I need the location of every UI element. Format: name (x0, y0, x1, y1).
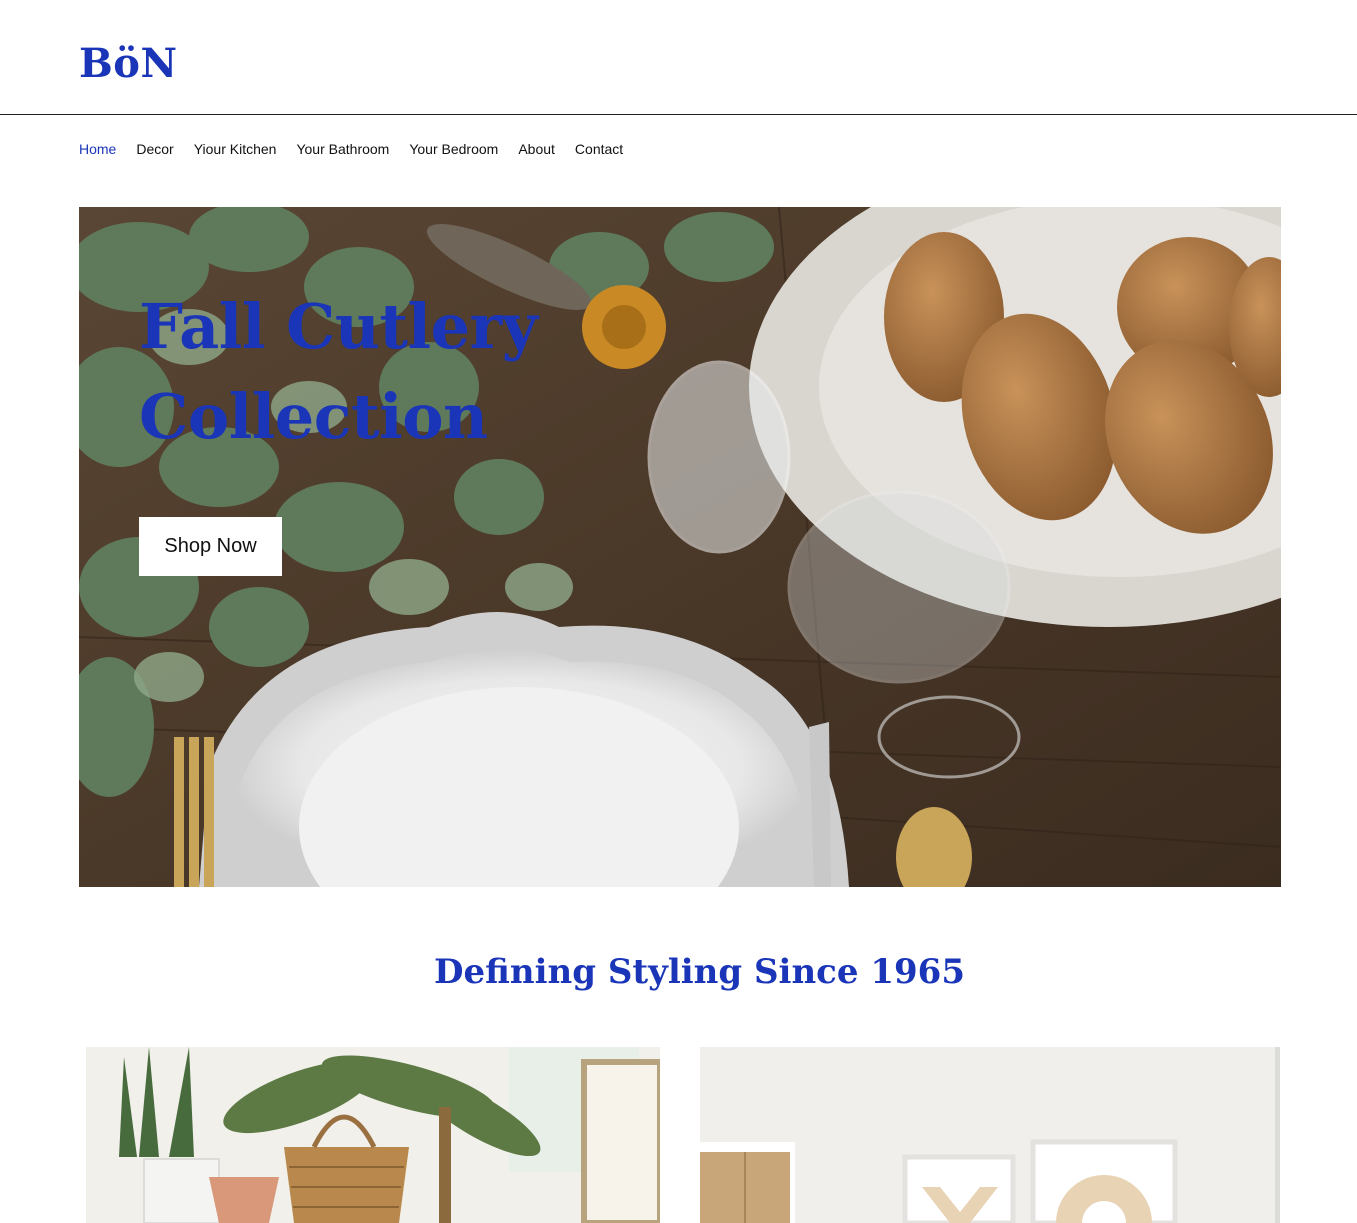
nav-item-contact[interactable]: Contact (575, 140, 623, 158)
nav-item-bathroom[interactable]: Your Bathroom (296, 140, 389, 158)
nav-item-about[interactable]: About (518, 140, 555, 158)
card-image-plants (79, 1047, 660, 1223)
hero-banner: Fall Cutlery Collection Shop Now (79, 207, 1281, 887)
nav-item-bedroom[interactable]: Your Bedroom (409, 140, 498, 158)
card-image-xo-art (700, 1047, 1280, 1223)
feature-card-decor[interactable] (79, 1047, 660, 1223)
nav-item-kitchen[interactable]: Yiour Kitchen (194, 140, 277, 158)
shop-now-button[interactable]: Shop Now (139, 517, 282, 576)
site-header: BöN (0, 0, 1357, 115)
main-nav: Home Decor Yiour Kitchen Your Bathroom Y… (79, 140, 643, 158)
nav-item-home[interactable]: Home (79, 140, 116, 158)
feature-card-bedroom[interactable] (700, 1047, 1280, 1223)
section-title: Defining Styling Since 1965 (434, 952, 965, 992)
brand-logo[interactable]: BöN (79, 40, 178, 87)
hero-title: Fall Cutlery Collection (139, 290, 538, 453)
nav-item-decor[interactable]: Decor (136, 140, 173, 158)
